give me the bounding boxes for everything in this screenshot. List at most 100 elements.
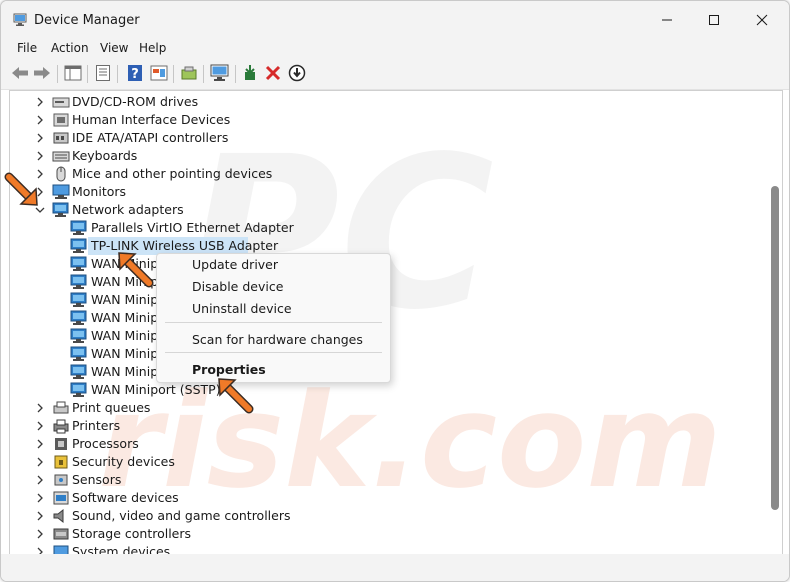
tree-device-network-adapter[interactable]: WAN Miniport (SSTP): [10, 381, 330, 399]
chevron-right-icon[interactable]: [35, 457, 45, 467]
help-icon: ?: [128, 65, 142, 82]
context-menu-update-driver[interactable]: Update driver: [192, 257, 278, 272]
tree-device-label: WAN Miniport (SSTP): [91, 382, 221, 397]
maximize-icon: [709, 15, 719, 25]
tree-category-mice-and-other-pointing-devices[interactable]: Mice and other pointing devices: [10, 165, 330, 183]
chevron-right-icon[interactable]: [35, 133, 45, 143]
toolbar-separator: [57, 65, 58, 83]
tree-category-printers[interactable]: Printers: [10, 417, 330, 435]
chevron-right-icon[interactable]: [35, 97, 45, 107]
chevron-right-icon[interactable]: [35, 439, 45, 449]
menu-help[interactable]: Help: [139, 41, 166, 55]
properties-sheet-icon: [96, 65, 110, 81]
tree-category-dvd-cd-rom-drives[interactable]: DVD/CD-ROM drives: [10, 93, 330, 111]
chevron-right-icon[interactable]: [35, 115, 45, 125]
tree-category-label: IDE ATA/ATAPI controllers: [72, 130, 229, 145]
context-menu-properties[interactable]: Properties: [192, 362, 266, 377]
hid-icon: [53, 113, 69, 127]
minimize-icon: [662, 19, 672, 21]
tree-category-sound-video-and-game-controllers[interactable]: Sound, video and game controllers: [10, 507, 330, 525]
sensor-icon: [54, 474, 68, 486]
chevron-down-icon[interactable]: [35, 205, 45, 215]
context-menu-separator: [165, 322, 382, 323]
disable-device-toolbar-button[interactable]: [287, 63, 307, 83]
menu-action[interactable]: Action: [51, 41, 89, 55]
forward-button[interactable]: [32, 63, 52, 83]
tree-device-label: TP-LINK Wireless USB Adapter: [91, 238, 279, 253]
chevron-right-icon[interactable]: [35, 421, 45, 431]
menu-file[interactable]: File: [17, 41, 37, 55]
tree-category-security-devices[interactable]: Security devices: [10, 453, 330, 471]
window-title: Device Manager: [34, 13, 140, 28]
context-menu-separator: [165, 352, 382, 353]
chevron-right-icon[interactable]: [35, 475, 45, 485]
tree-category-label: Storage controllers: [72, 526, 192, 541]
network-adapter-icon: [70, 310, 87, 325]
show-hide-console-tree-button[interactable]: [63, 63, 83, 83]
network-adapter-icon: [70, 292, 87, 307]
tree-category-sensors[interactable]: Sensors: [10, 471, 330, 489]
tree-category-label: Processors: [72, 436, 139, 451]
title-bar[interactable]: Device Manager: [1, 1, 789, 39]
close-button[interactable]: [739, 1, 785, 39]
tree-category-software-devices[interactable]: Software devices: [10, 489, 330, 507]
software-device-icon: [53, 491, 69, 505]
menu-view[interactable]: View: [100, 41, 128, 55]
tree-device-network-adapter[interactable]: Parallels VirtIO Ethernet Adapter: [10, 219, 330, 237]
tree-category-human-interface-devices[interactable]: Human Interface Devices: [10, 111, 330, 129]
help-button[interactable]: ?: [125, 63, 145, 83]
chevron-right-icon[interactable]: [35, 169, 45, 179]
context-menu-disable-device[interactable]: Disable device: [192, 279, 283, 294]
toolbar-separator: [87, 65, 88, 83]
chevron-right-icon[interactable]: [35, 493, 45, 503]
tree-category-label: Sound, video and game controllers: [72, 508, 291, 523]
properties-toolbar-button[interactable]: [93, 63, 113, 83]
chevron-right-icon[interactable]: [35, 151, 45, 161]
mouse-icon: [56, 166, 66, 182]
network-adapter-icon: [70, 238, 87, 253]
tree-category-network-adapters[interactable]: Network adapters: [10, 201, 310, 219]
add-driver-icon: [245, 65, 255, 80]
context-menu-uninstall-device[interactable]: Uninstall device: [192, 301, 292, 316]
tree-category-keyboards[interactable]: Keyboards: [10, 147, 330, 165]
chevron-right-icon[interactable]: [35, 511, 45, 521]
keyboard-icon: [52, 151, 70, 162]
context-menu: Update driver Disable device Uninstall d…: [156, 253, 391, 383]
chevron-right-icon[interactable]: [35, 187, 45, 197]
device-tree-pane[interactable]: PC risk.com DVD/CD-ROM drives Human Inter…: [9, 90, 783, 555]
scrollbar-thumb[interactable]: [771, 186, 779, 510]
toolbar-separator: [235, 65, 236, 83]
maximize-button[interactable]: [691, 1, 737, 39]
scan-monitor-icon: [210, 64, 229, 81]
tree-category-processors[interactable]: Processors: [10, 435, 330, 453]
scan-hardware-toolbar-button[interactable]: [210, 63, 230, 83]
minimize-button[interactable]: [644, 1, 690, 39]
toolbar-separator: [173, 65, 174, 83]
action-pane-button[interactable]: [149, 63, 169, 83]
tree-category-monitors[interactable]: Monitors: [10, 183, 330, 201]
add-driver-toolbar-button[interactable]: [241, 63, 261, 83]
network-adapters-label: Network adapters: [72, 202, 184, 217]
update-driver-toolbar-button[interactable]: [179, 63, 199, 83]
tree-category-print-queues[interactable]: Print queues: [10, 399, 330, 417]
tree-category-storage-controllers[interactable]: Storage controllers: [10, 525, 330, 543]
tree-category-label: DVD/CD-ROM drives: [72, 94, 199, 109]
back-button[interactable]: [10, 63, 30, 83]
tree-category-ide-ata-atapi-controllers[interactable]: IDE ATA/ATAPI controllers: [10, 129, 330, 147]
network-adapter-icon: [70, 256, 87, 271]
close-icon: [756, 14, 768, 26]
uninstall-device-toolbar-button[interactable]: [263, 63, 283, 83]
chevron-right-icon[interactable]: [35, 529, 45, 539]
tree-device-label: WAN Minipo: [91, 346, 166, 361]
dvd-drive-icon: [52, 97, 70, 108]
network-adapter-icon: [70, 274, 87, 289]
context-menu-scan-hardware[interactable]: Scan for hardware changes: [192, 332, 363, 347]
ide-controller-icon: [53, 132, 69, 144]
network-adapter-icon: [52, 202, 69, 217]
print-queue-icon: [53, 401, 69, 414]
vertical-scrollbar[interactable]: [768, 91, 782, 554]
forward-arrow-icon: [34, 67, 50, 79]
svg-text:?: ?: [131, 67, 139, 82]
chevron-right-icon[interactable]: [35, 403, 45, 413]
tree-category-label: Sensors: [72, 472, 122, 487]
